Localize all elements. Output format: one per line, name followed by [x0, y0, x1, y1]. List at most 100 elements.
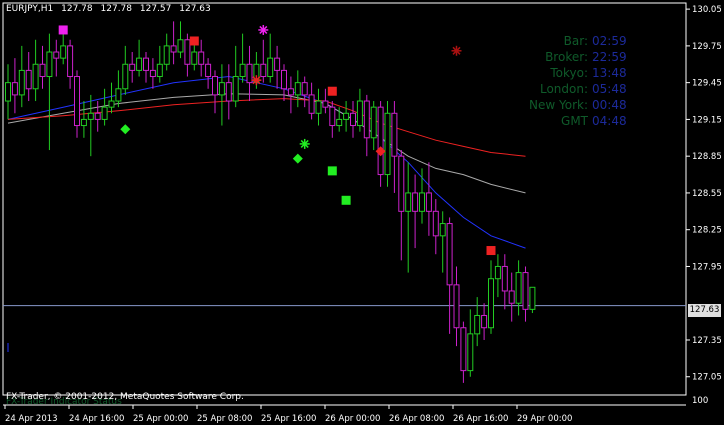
candle [419, 168, 425, 224]
candle [432, 199, 439, 255]
candle [529, 286, 536, 314]
candle-body [301, 82, 308, 96]
candle [363, 94, 370, 157]
candle-body [149, 69, 156, 78]
candle-body [488, 278, 494, 329]
price-label: 128.85 [692, 152, 722, 162]
candle-body [25, 69, 32, 90]
chart-header: EURJPY,H1 127.78 127.78 127.57 127.63 [6, 4, 216, 14]
candle [25, 52, 32, 102]
candle [218, 64, 225, 126]
signal-diamond [292, 153, 303, 164]
time-label: 26 Apr 16:00 [453, 414, 508, 424]
candle-body [274, 57, 281, 71]
candle-body [391, 112, 398, 157]
info-row-bar: Bar: 02:59 [520, 33, 642, 49]
candle [494, 254, 501, 298]
candle [453, 266, 460, 347]
candle-body [377, 106, 384, 176]
candle [108, 82, 115, 114]
candles [5, 21, 536, 383]
candle-body [425, 192, 432, 212]
signal-square [327, 86, 337, 96]
candle [87, 94, 94, 157]
candle [439, 211, 446, 273]
candle-body [212, 76, 218, 96]
signal-star [258, 24, 269, 35]
candle [384, 101, 391, 187]
info-row-tokyo: Tokyo: 13:48 [520, 65, 642, 81]
candle-body [294, 82, 301, 96]
candle-body [177, 39, 184, 53]
candle [322, 88, 329, 114]
candle-body [80, 118, 87, 127]
time-label: 25 Apr 00:00 [133, 414, 188, 424]
candle-body [446, 223, 453, 286]
candle-body [315, 100, 322, 114]
candle [18, 45, 25, 108]
candle [315, 88, 322, 126]
signal-square [327, 166, 337, 176]
signal-star [451, 45, 462, 56]
candle-body [239, 63, 246, 78]
price-label: 129.45 [692, 79, 722, 89]
candle [350, 101, 356, 138]
candle-body [460, 327, 467, 372]
session-clock-panel: Bar: 02:59 Broker: 22:59 Tokyo: 13:48 Lo… [520, 33, 642, 129]
candle-body [60, 45, 67, 59]
candle [501, 254, 508, 310]
candle-body [5, 82, 11, 102]
candle [308, 82, 315, 120]
candle [101, 88, 108, 126]
candle [53, 39, 60, 77]
candle [198, 39, 205, 77]
info-value: 02:59 [592, 34, 627, 48]
candle-body [205, 63, 212, 78]
copyright-text: FX-Trader Indicator Status FX-Trader, © … [6, 392, 244, 407]
time-label: 24 Apr 2013 [5, 414, 58, 424]
signal-diamond [375, 146, 386, 157]
price-label: 127.35 [692, 336, 722, 346]
price-label: 129.15 [692, 115, 722, 125]
candle [377, 101, 384, 187]
candle-body [67, 45, 74, 78]
chart-window[interactable]: 130.05 129.75 129.45 129.15 128.85 128.55 128.… [0, 0, 724, 425]
signal-square [58, 25, 68, 35]
candle-body [32, 63, 39, 90]
candle [246, 45, 253, 102]
candle [515, 260, 522, 316]
candle-body [136, 57, 143, 71]
candle [412, 174, 419, 249]
candle [122, 45, 129, 95]
candle [343, 101, 350, 132]
info-value: 22:59 [592, 50, 627, 64]
price-label: 128.25 [692, 226, 722, 236]
candle-body [281, 69, 287, 90]
candle-body [350, 112, 356, 127]
candle-body [356, 100, 363, 127]
info-row-london: London: 05:48 [520, 81, 642, 97]
candle-body [419, 192, 425, 212]
candle [274, 45, 281, 89]
candle-body [439, 223, 446, 237]
candle [136, 39, 143, 77]
candle [32, 39, 39, 102]
ma-slow-line [7, 98, 526, 157]
signal-square [486, 246, 496, 256]
candle-body [515, 272, 522, 304]
candle [205, 58, 212, 89]
candle-body [329, 106, 336, 127]
candle-body [46, 51, 53, 78]
candle [508, 272, 515, 322]
candle-body [343, 112, 350, 120]
candle-body [522, 272, 529, 310]
candle-body [508, 290, 515, 304]
current-price-tag: 127.63 [688, 304, 721, 317]
candle [11, 58, 18, 114]
signal-diamond [120, 124, 131, 135]
price-label: 128.55 [692, 189, 722, 199]
candle-body [287, 88, 294, 96]
high-value: 127.78 [100, 4, 133, 14]
candle-body [453, 284, 460, 329]
subwindow-value: 100 [692, 396, 708, 406]
